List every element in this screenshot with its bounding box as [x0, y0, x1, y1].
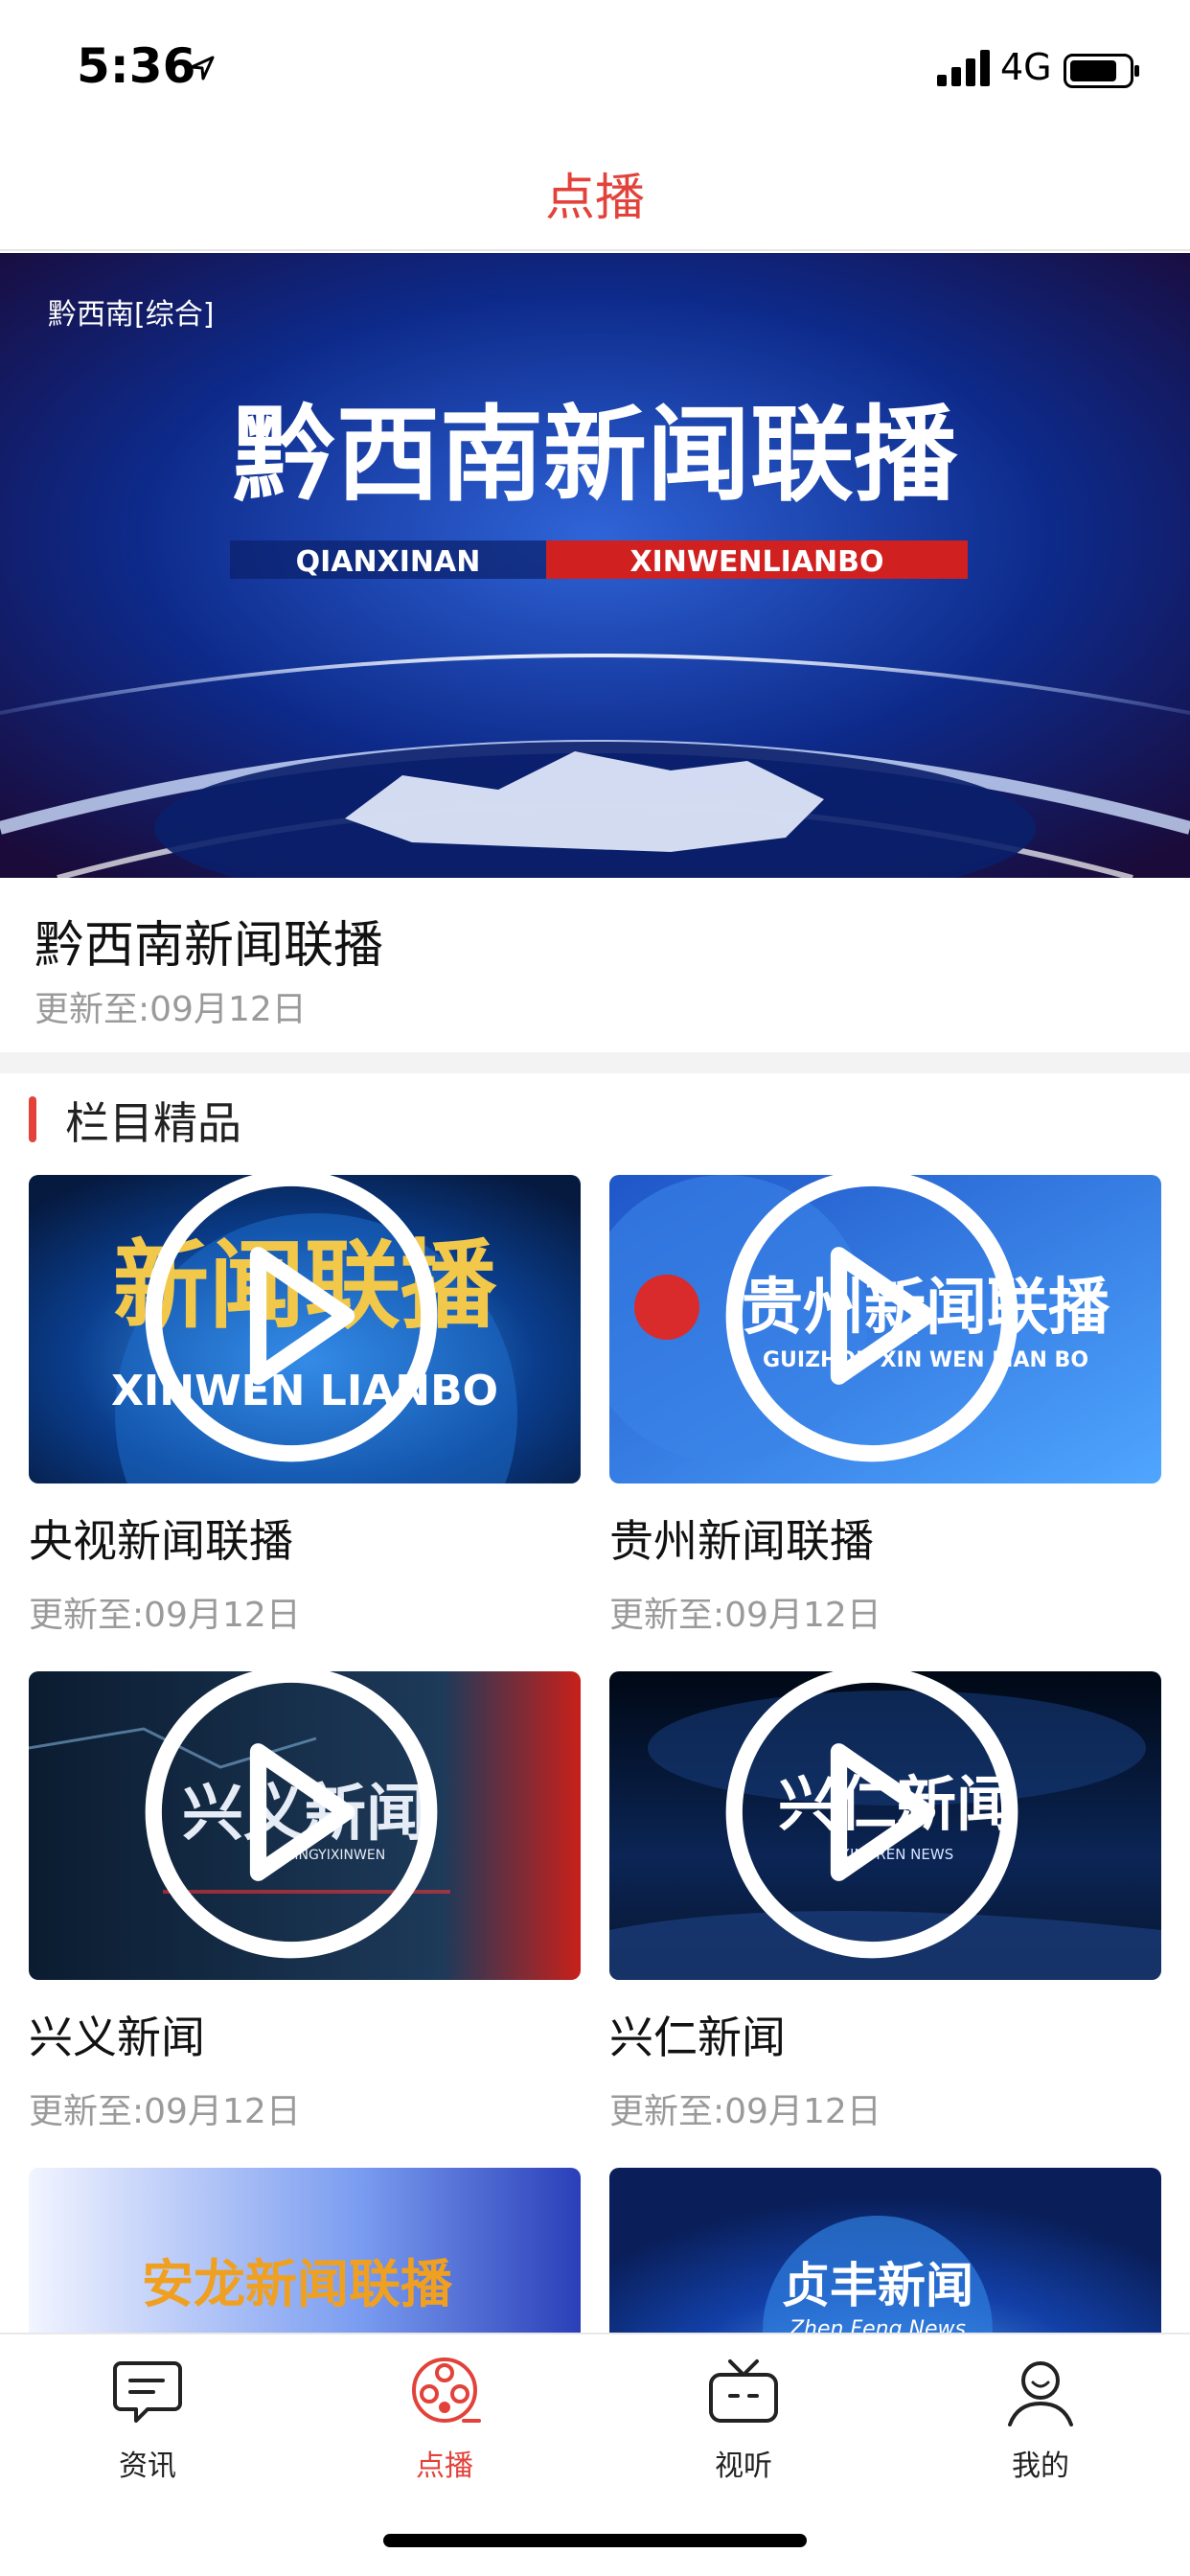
section-divider: [0, 1052, 1190, 1073]
tab-vod[interactable]: 点播: [349, 2354, 540, 2484]
card-thumbnail: 兴仁新闻 XINGREN NEWS: [609, 1671, 1161, 1980]
network-type: 4G: [1000, 46, 1052, 88]
navigation-bar: 点播: [0, 134, 1190, 251]
play-icon[interactable]: [609, 1175, 1148, 1470]
program-card-xingyi[interactable]: 兴义新闻 XINGYIXINWEN 兴义新闻 更新至:09月12日: [29, 1671, 581, 2133]
card-update-date: 更新至:09月12日: [29, 2092, 301, 2131]
battery-icon: [1064, 54, 1139, 88]
cellular-signal-icon: [937, 50, 990, 86]
section-accent-bar: [29, 1096, 36, 1142]
play-icon[interactable]: [29, 1671, 567, 1966]
card-update-date: 更新至:09月12日: [609, 2092, 881, 2131]
program-card-cctv[interactable]: 新闻联播 XINWEN LIANBO 央视新闻联播 更新至:09月12日: [29, 1175, 581, 1637]
page-title: 点播: [544, 170, 645, 227]
program-card-guizhou[interactable]: 贵州新闻联播 GUIZHOU XIN WEN LIAN BO 贵州新闻联播 更新…: [609, 1175, 1161, 1637]
tv-icon: [709, 2359, 778, 2423]
card-thumbnail: 兴义新闻 XINGYIXINWEN: [29, 1671, 581, 1980]
status-time: 5:36: [77, 38, 196, 94]
play-icon[interactable]: [29, 1175, 567, 1470]
hero-image-title: 黔西南新闻联播: [233, 396, 958, 516]
tab-profile[interactable]: 我的: [945, 2354, 1136, 2484]
tab-label: 资讯: [119, 2450, 176, 2483]
film-reel-icon: [412, 2358, 481, 2423]
program-card-xingren[interactable]: 兴仁新闻 XINGREN NEWS 兴仁新闻 更新至:09月12日: [609, 1671, 1161, 2133]
card-thumbnail: 贵州新闻联播 GUIZHOU XIN WEN LIAN BO: [609, 1175, 1161, 1484]
hero-image-subtitle-b: XINWENLIANBO: [629, 545, 883, 579]
hero-banner[interactable]: 黔西南[综合] 黔西南新闻联播 QIANXINAN XINWENLIANBO: [0, 253, 1190, 878]
hero-image-subtitle-a: QIANXINAN: [296, 545, 481, 579]
screen: 5:36 4G 点播 黔西南[综合] 黔西南新闻联播 QIANXINAN XIN…: [0, 0, 1190, 2576]
card-title: 兴义新闻: [29, 2012, 205, 2063]
hero-update-date: 更新至:09月12日: [34, 990, 307, 1029]
tab-audiovisual[interactable]: 视听: [648, 2354, 839, 2484]
thumb-title: 安龙新闻联播: [142, 2254, 453, 2314]
user-icon: [1008, 2361, 1073, 2426]
card-thumbnail: 新闻联播 XINWEN LIANBO: [29, 1175, 581, 1484]
status-bar: 5:36 4G: [0, 0, 1190, 134]
card-title: 兴仁新闻: [609, 2012, 786, 2063]
hero-image: 黔西南[综合] 黔西南新闻联播 QIANXINAN XINWENLIANBO: [0, 253, 1190, 878]
card-update-date: 更新至:09月12日: [609, 1596, 881, 1635]
card-title: 央视新闻联播: [29, 1515, 293, 1567]
tab-label: 我的: [1012, 2450, 1069, 2483]
tab-news[interactable]: 资讯: [52, 2354, 243, 2484]
location-arrow-icon: [190, 56, 215, 80]
hero-logo-text: 黔西南[综合]: [48, 298, 214, 332]
tab-label: 视听: [715, 2450, 772, 2483]
thumb-title: 贞丰新闻: [782, 2258, 973, 2313]
card-title: 贵州新闻联播: [609, 1515, 874, 1567]
tab-label: 点播: [416, 2450, 473, 2483]
news-icon: [113, 2361, 182, 2423]
home-indicator[interactable]: [383, 2534, 807, 2547]
section-title: 栏目精品: [65, 1097, 241, 1149]
tab-bar: 资讯 点播 视听 我的: [0, 2333, 1190, 2576]
play-icon[interactable]: [609, 1671, 1148, 1966]
hero-title[interactable]: 黔西南新闻联播: [34, 905, 383, 977]
card-update-date: 更新至:09月12日: [29, 1596, 301, 1635]
